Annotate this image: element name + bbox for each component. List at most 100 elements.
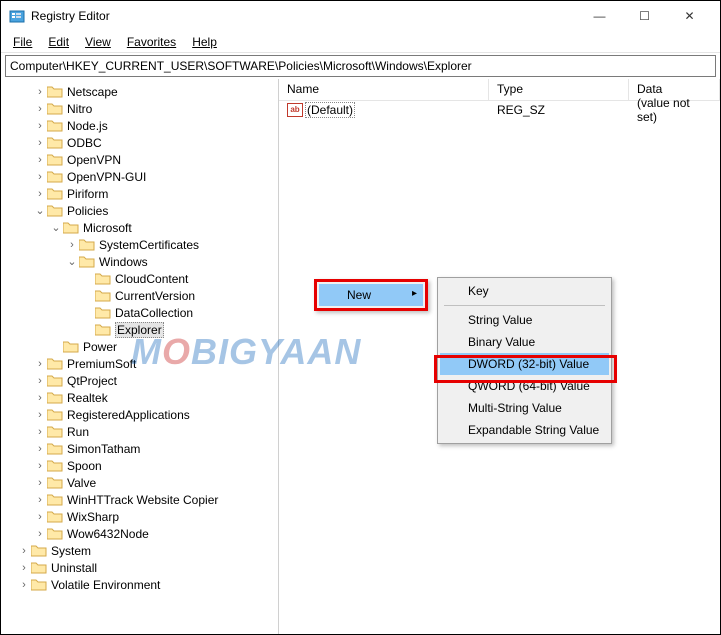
- expand-icon[interactable]: ›: [33, 188, 47, 200]
- tree-label: Microsoft: [83, 221, 132, 235]
- tree-node-cloudcontent[interactable]: CloudContent: [1, 270, 278, 287]
- submenu-item-dword-32-bit-value[interactable]: DWORD (32-bit) Value: [440, 353, 609, 375]
- registry-tree[interactable]: ›Netscape›Nitro›Node.js›ODBC›OpenVPN›Ope…: [1, 79, 279, 634]
- tree-label: Node.js: [67, 119, 108, 133]
- submenu-item-multi-string-value[interactable]: Multi-String Value: [440, 397, 609, 419]
- menu-help[interactable]: Help: [186, 33, 223, 51]
- tree-label: DataCollection: [115, 306, 193, 320]
- list-row[interactable]: ab (Default) REG_SZ (value not set): [279, 101, 720, 119]
- expand-icon[interactable]: ›: [33, 392, 47, 404]
- tree-node-winhttrack-website-copier[interactable]: ›WinHTTrack Website Copier: [1, 491, 278, 508]
- regedit-icon: [9, 8, 25, 24]
- tree-node-nitro[interactable]: ›Nitro: [1, 100, 278, 117]
- context-menu: New ▸: [314, 279, 428, 311]
- tree-label: QtProject: [67, 374, 117, 388]
- values-pane: Name Type Data ab (Default) REG_SZ (valu…: [279, 79, 720, 634]
- folder-icon: [47, 136, 63, 149]
- tree-node-run[interactable]: ›Run: [1, 423, 278, 440]
- expand-icon[interactable]: ›: [33, 375, 47, 387]
- submenu-item-string-value[interactable]: String Value: [440, 309, 609, 331]
- address-bar[interactable]: Computer\HKEY_CURRENT_USER\SOFTWARE\Poli…: [5, 55, 716, 77]
- expand-icon[interactable]: ›: [33, 494, 47, 506]
- expand-icon[interactable]: ›: [33, 528, 47, 540]
- tree-node-simontatham[interactable]: ›SimonTatham: [1, 440, 278, 457]
- tree-node-netscape[interactable]: › Netscape: [1, 83, 278, 100]
- folder-icon: [47, 459, 63, 472]
- context-submenu: Key String ValueBinary ValueDWORD (32-bit…: [437, 277, 612, 444]
- expand-icon[interactable]: ›: [65, 239, 79, 251]
- expand-icon[interactable]: ›: [33, 460, 47, 472]
- expand-icon[interactable]: ›: [17, 545, 31, 557]
- tree-node-wixsharp[interactable]: ›WixSharp: [1, 508, 278, 525]
- col-type[interactable]: Type: [489, 79, 629, 100]
- tree-node-explorer[interactable]: Explorer: [1, 321, 278, 338]
- tree-node-volatile-environment[interactable]: ›Volatile Environment: [1, 576, 278, 593]
- expand-icon[interactable]: ›: [33, 511, 47, 523]
- menu-file[interactable]: File: [7, 33, 38, 51]
- tree-node-node-js[interactable]: › Node.js: [1, 117, 278, 134]
- folder-icon: [47, 357, 63, 370]
- tree-node-valve[interactable]: ›Valve: [1, 474, 278, 491]
- expand-icon[interactable]: ⌄: [65, 255, 79, 268]
- submenu-item-key[interactable]: Key: [440, 280, 609, 302]
- tree-node-openvpn[interactable]: › OpenVPN: [1, 151, 278, 168]
- tree-node-registeredapplications[interactable]: › RegisteredApplications: [1, 406, 278, 423]
- submenu-item-binary-value[interactable]: Binary Value: [440, 331, 609, 353]
- submenu-item-qword-64-bit-value[interactable]: QWORD (64-bit) Value: [440, 375, 609, 397]
- tree-label: OpenVPN: [67, 153, 121, 167]
- expand-icon[interactable]: ⌄: [49, 221, 63, 234]
- menu-edit[interactable]: Edit: [42, 33, 75, 51]
- expand-icon[interactable]: ⌄: [33, 204, 47, 217]
- folder-icon: [47, 510, 63, 523]
- tree-node-premiumsoft[interactable]: ›PremiumSoft: [1, 355, 278, 372]
- tree-node-system[interactable]: ›System: [1, 542, 278, 559]
- tree-node-wow6432node[interactable]: › Wow6432Node: [1, 525, 278, 542]
- tree-node-datacollection[interactable]: DataCollection: [1, 304, 278, 321]
- submenu-item-expandable-string-value[interactable]: Expandable String Value: [440, 419, 609, 441]
- expand-icon[interactable]: ›: [33, 171, 47, 183]
- tree-node-openvpn-gui[interactable]: ›OpenVPN-GUI: [1, 168, 278, 185]
- tree-node-systemcertificates[interactable]: ›SystemCertificates: [1, 236, 278, 253]
- folder-icon: [47, 85, 63, 98]
- expand-icon[interactable]: ›: [17, 562, 31, 574]
- tree-node-windows[interactable]: ⌄Windows: [1, 253, 278, 270]
- menu-view[interactable]: View: [79, 33, 117, 51]
- tree-label: Wow6432Node: [67, 527, 149, 541]
- close-button[interactable]: ✕: [667, 2, 712, 30]
- window-title: Registry Editor: [31, 9, 577, 23]
- menu-favorites[interactable]: Favorites: [121, 33, 182, 51]
- expand-icon[interactable]: ›: [33, 409, 47, 421]
- tree-node-policies[interactable]: ⌄Policies: [1, 202, 278, 219]
- expand-icon[interactable]: ›: [33, 137, 47, 149]
- tree-label: RegisteredApplications: [67, 408, 190, 422]
- folder-icon: [47, 170, 63, 183]
- tree-node-microsoft[interactable]: ⌄ Microsoft: [1, 219, 278, 236]
- tree-node-odbc[interactable]: ›ODBC: [1, 134, 278, 151]
- expand-icon[interactable]: ›: [33, 86, 47, 98]
- expand-icon[interactable]: ›: [33, 443, 47, 455]
- minimize-button[interactable]: —: [577, 2, 622, 30]
- expand-icon[interactable]: ›: [33, 477, 47, 489]
- tree-node-power[interactable]: Power: [1, 338, 278, 355]
- context-menu-new[interactable]: New ▸: [319, 284, 423, 306]
- folder-icon: [95, 323, 111, 336]
- tree-node-piriform[interactable]: ›Piriform: [1, 185, 278, 202]
- expand-icon[interactable]: ›: [33, 103, 47, 115]
- folder-icon: [47, 476, 63, 489]
- expand-icon[interactable]: ›: [17, 579, 31, 591]
- tree-node-qtproject[interactable]: › QtProject: [1, 372, 278, 389]
- expand-icon[interactable]: ›: [33, 120, 47, 132]
- tree-label: Uninstall: [51, 561, 97, 575]
- tree-node-currentversion[interactable]: CurrentVersion: [1, 287, 278, 304]
- tree-node-uninstall[interactable]: › Uninstall: [1, 559, 278, 576]
- tree-node-spoon[interactable]: ›Spoon: [1, 457, 278, 474]
- expand-icon[interactable]: ›: [33, 154, 47, 166]
- maximize-button[interactable]: ☐: [622, 2, 667, 30]
- tree-label: Netscape: [67, 85, 118, 99]
- menu-separator: [444, 305, 605, 306]
- col-name[interactable]: Name: [279, 79, 489, 100]
- tree-node-realtek[interactable]: ›Realtek: [1, 389, 278, 406]
- expand-icon[interactable]: ›: [33, 358, 47, 370]
- expand-icon[interactable]: ›: [33, 426, 47, 438]
- menu-bar: File Edit View Favorites Help: [1, 31, 720, 53]
